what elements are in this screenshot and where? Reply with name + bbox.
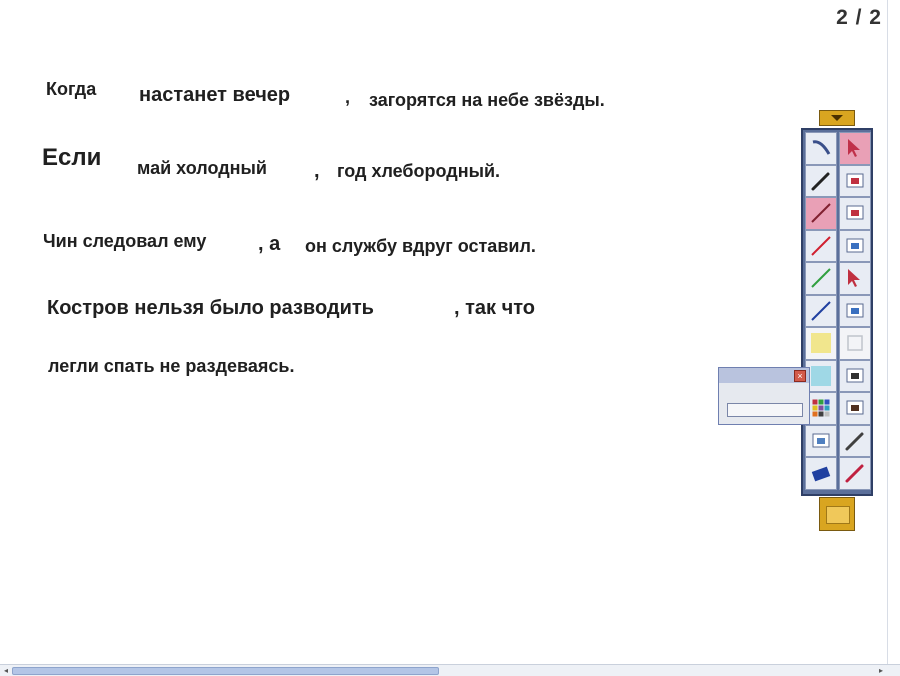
word-card[interactable]: ,	[345, 87, 350, 108]
properties-field[interactable]	[727, 403, 803, 417]
palette-icon	[809, 396, 833, 420]
screen-icon	[843, 299, 867, 323]
shape-icon	[843, 169, 867, 193]
wand-icon	[809, 136, 833, 160]
toolbar-button[interactable]	[805, 294, 837, 327]
figure-icon	[843, 396, 867, 420]
toolbar-bottom-handle[interactable]	[819, 497, 855, 531]
line-green-icon	[809, 266, 833, 290]
gradient-icon	[809, 429, 833, 453]
eraser-icon	[809, 461, 833, 485]
toolbar-button[interactable]	[805, 164, 837, 197]
toolbar-button[interactable]	[805, 262, 837, 295]
toolbar-collapse-handle[interactable]	[819, 110, 855, 126]
word-card[interactable]: Чин следовал ему	[43, 231, 206, 252]
word-card[interactable]: ,	[314, 160, 320, 183]
toolbar-button[interactable]	[805, 457, 837, 490]
toolbar-button[interactable]	[805, 424, 837, 457]
toolbar-button[interactable]	[839, 164, 871, 197]
line-dark-icon	[809, 201, 833, 225]
toolbar-button[interactable]	[839, 294, 871, 327]
toolbar-button[interactable]	[805, 229, 837, 262]
slide-counter: 2 / 2	[836, 6, 882, 29]
toolbar-button[interactable]	[839, 457, 871, 490]
fill-bucket-icon	[843, 234, 867, 258]
horizontal-scrollbar[interactable]: ◂ ▸	[0, 664, 900, 676]
toolbar-button[interactable]	[839, 392, 871, 425]
drawing-toolbar	[801, 128, 873, 496]
word-card[interactable]: , так что	[454, 297, 535, 320]
toolbar-button[interactable]	[839, 327, 871, 360]
toolbar-button[interactable]	[805, 197, 837, 230]
folder-icon	[826, 506, 850, 524]
word-card[interactable]: год хлебородный.	[337, 161, 500, 182]
scrollbar-thumb[interactable]	[12, 667, 439, 675]
word-card[interactable]: , а	[258, 233, 280, 256]
magic-pen-icon	[843, 461, 867, 485]
toolbar-button[interactable]	[839, 359, 871, 392]
word-card[interactable]: Если	[42, 144, 101, 172]
toolbar-button[interactable]	[839, 262, 871, 295]
highlighter-yellow-icon	[809, 331, 833, 355]
pen-icon	[809, 169, 833, 193]
highlighter-cyan-icon	[809, 364, 833, 388]
toolbar-button[interactable]	[805, 132, 837, 165]
toolbar-button[interactable]	[839, 229, 871, 262]
word-card[interactable]: настанет вечер	[139, 84, 290, 107]
close-icon[interactable]: ×	[794, 370, 806, 382]
toolbar-button[interactable]	[805, 327, 837, 360]
toolbar-button[interactable]	[839, 197, 871, 230]
word-card[interactable]: Костров нельзя было разводить	[47, 297, 374, 320]
fill-icon	[843, 201, 867, 225]
word-card[interactable]: Когда	[46, 79, 96, 100]
stamp-icon	[843, 364, 867, 388]
toolbar-button[interactable]	[839, 132, 871, 165]
properties-popup: ×	[718, 367, 810, 425]
scroll-left-icon[interactable]: ◂	[1, 666, 11, 676]
scroll-right-icon[interactable]: ▸	[876, 666, 886, 676]
word-card[interactable]: загорятся на небе звёзды.	[369, 90, 605, 111]
popup-titlebar[interactable]: ×	[719, 368, 809, 383]
word-card[interactable]: легли спать не раздеваясь.	[48, 356, 294, 377]
pointer-icon	[843, 266, 867, 290]
toolbar-button[interactable]	[839, 424, 871, 457]
line-blue-icon	[809, 299, 833, 323]
feather-icon	[843, 429, 867, 453]
disabled-tool-icon	[843, 331, 867, 355]
word-card[interactable]: он службу вдруг оставил.	[305, 236, 536, 257]
line-red-icon	[809, 234, 833, 258]
word-card[interactable]: май холодный	[137, 158, 267, 179]
select-arrow-icon	[843, 136, 867, 160]
